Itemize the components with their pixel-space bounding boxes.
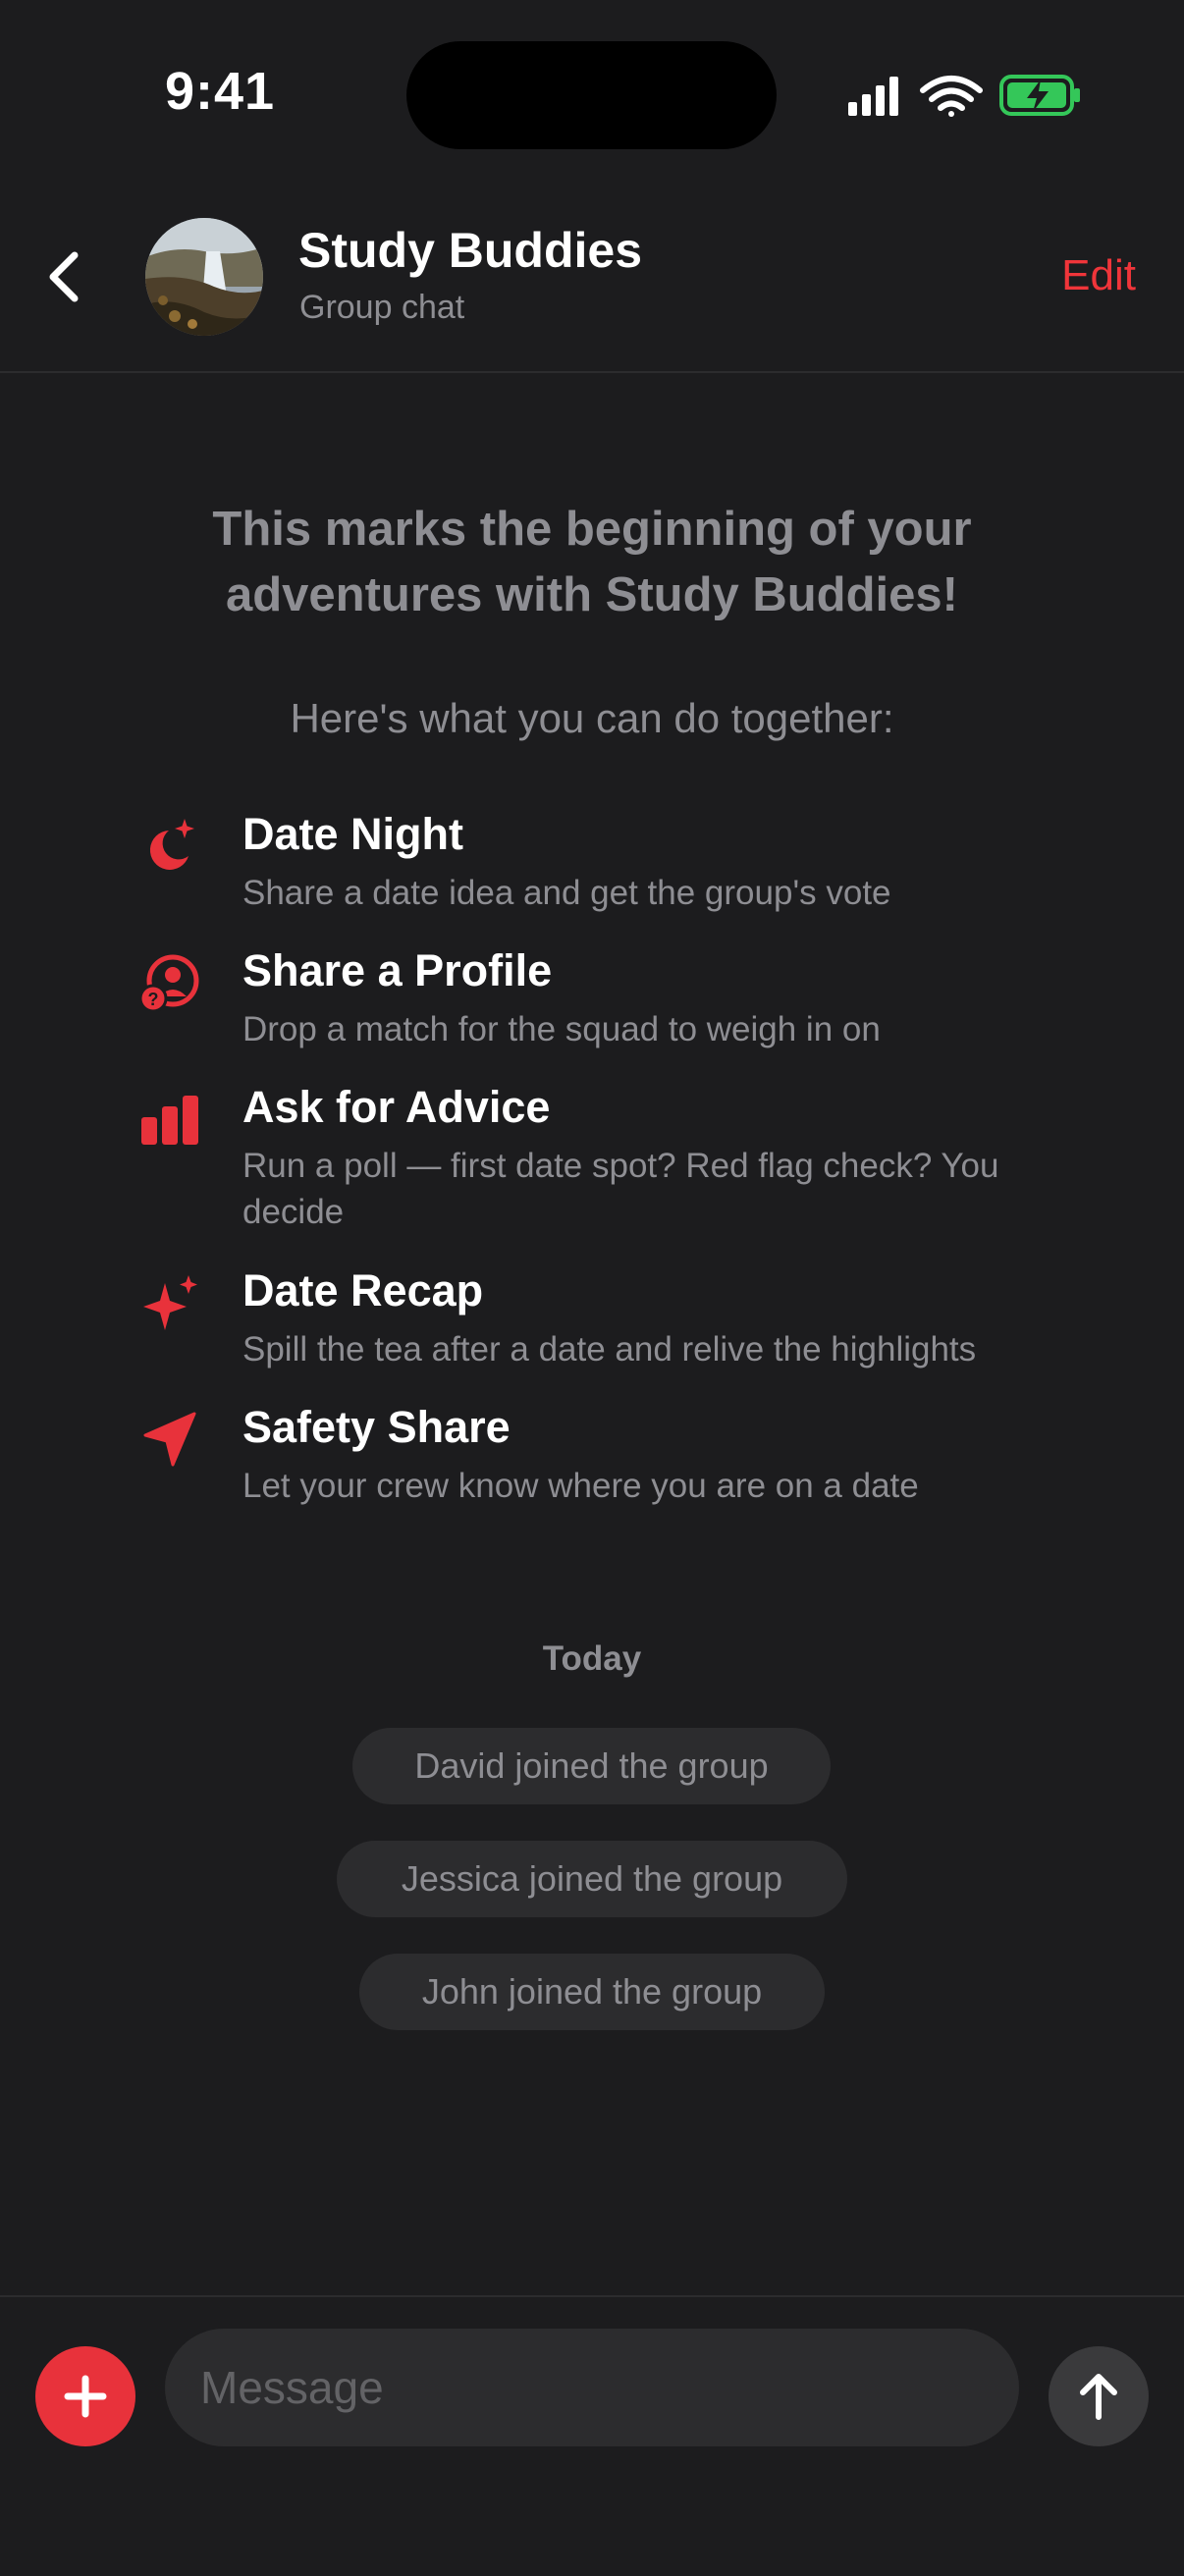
status-bar: 9:41 xyxy=(0,0,1184,187)
location-arrow-icon xyxy=(137,1408,202,1473)
add-attachment-button[interactable] xyxy=(35,2346,135,2446)
chat-title: Study Buddies xyxy=(298,223,643,278)
battery-charging-icon xyxy=(999,75,1080,116)
send-button[interactable] xyxy=(1049,2346,1149,2446)
feature-title: Safety Share xyxy=(242,1402,511,1452)
intro-title: This marks the beginning of your adventu… xyxy=(212,503,972,621)
profile-question-icon: ? xyxy=(137,951,202,1016)
status-time: 9:41 xyxy=(165,62,276,121)
svg-text:?: ? xyxy=(148,990,159,1009)
feature-title: Date Night xyxy=(242,809,463,859)
plus-icon xyxy=(64,2375,107,2418)
feature-description: Run a poll — first date spot? Red flag c… xyxy=(242,1147,999,1231)
moon-sparkle-icon xyxy=(137,815,202,880)
chat-subtitle: Group chat xyxy=(299,289,465,326)
message-composer xyxy=(0,2295,1184,2576)
dynamic-island xyxy=(406,41,777,149)
status-icons xyxy=(848,75,1080,117)
feature-description: Spill the tea after a date and relive th… xyxy=(242,1330,977,1368)
waterfall-photo xyxy=(145,218,263,336)
edit-button[interactable]: Edit xyxy=(1061,251,1136,300)
intro-subtitle: Here's what you can do together: xyxy=(290,695,894,741)
feature-description: Let your crew know where you are on a da… xyxy=(242,1467,919,1505)
feature-title: Date Recap xyxy=(242,1265,484,1315)
feature-title: Share a Profile xyxy=(242,945,553,995)
system-message: John joined the group xyxy=(359,1954,825,2030)
chevron-left-icon xyxy=(49,251,79,302)
feature-description: Drop a match for the squad to weigh in o… xyxy=(242,1010,881,1048)
feature-description: Share a date idea and get the group's vo… xyxy=(242,874,891,912)
system-message: David joined the group xyxy=(352,1728,831,1804)
group-avatar[interactable] xyxy=(145,218,263,336)
message-input[interactable] xyxy=(165,2329,1019,2446)
back-button[interactable] xyxy=(35,247,94,306)
feature-title: Ask for Advice xyxy=(242,1082,551,1132)
bar-chart-icon xyxy=(137,1088,202,1153)
cellular-signal-icon xyxy=(848,77,898,116)
system-message: Jessica joined the group xyxy=(337,1841,847,1917)
chat-header: Study Buddies Group chat Edit xyxy=(0,196,1184,373)
arrow-up-icon xyxy=(1080,2374,1117,2420)
sparkles-icon xyxy=(137,1271,202,1336)
wifi-icon xyxy=(920,76,983,117)
day-separator: Today xyxy=(542,1639,642,1678)
